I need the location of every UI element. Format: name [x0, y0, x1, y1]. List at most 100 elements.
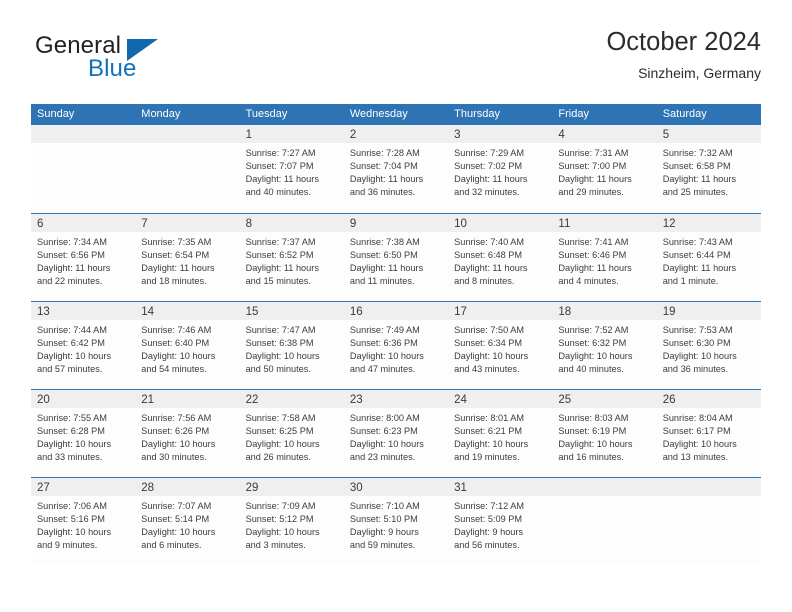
day-detail-line: Daylight: 11 hours: [349, 174, 424, 185]
calendar-day-cell[interactable]: 2 Sunrise: 7:28 AM Sunset: 7:04 PM Daylight…: [343, 125, 449, 213]
calendar-day-cell[interactable]: 6 Sunrise: 7:34 AM Sunset: 6:56 PM Daylight…: [31, 214, 136, 301]
day-detail-line: and 56 minutes.: [454, 540, 520, 551]
day-detail-line: Sunset: 6:30 PM: [662, 338, 731, 349]
day-details: Sunrise: 7:12 AM Sunset: 5:09 PM Daylight:…: [448, 496, 552, 552]
day-number-band: 23: [343, 390, 449, 408]
day-details: Sunrise: 7:50 AM Sunset: 6:34 PM Daylight:…: [448, 320, 552, 376]
day-detail-line: Sunset: 6:48 PM: [454, 250, 523, 261]
calendar-day-cell[interactable]: 10 Sunrise: 7:40 AM Sunset: 6:48 PM Dayligh…: [448, 214, 553, 301]
weekday-header-monday: Monday: [141, 108, 181, 120]
calendar-day-cell[interactable]: 8 Sunrise: 7:37 AM Sunset: 6:52 PM Daylight…: [239, 214, 344, 301]
day-number: 12: [662, 218, 676, 230]
calendar-day-cell[interactable]: 17 Sunrise: 7:50 AM Sunset: 6:34 PM Dayligh…: [448, 302, 553, 389]
day-details: Sunrise: 7:09 AM Sunset: 5:12 PM Daylight:…: [240, 496, 344, 552]
day-detail-line: Sunrise: 7:40 AM: [454, 237, 525, 247]
calendar-day-cell[interactable]: 22 Sunrise: 7:58 AM Sunset: 6:25 PM Dayligh…: [239, 390, 344, 477]
day-detail-line: Daylight: 10 hours: [662, 439, 737, 450]
day-number-band: 28: [135, 478, 240, 496]
day-detail-line: Sunset: 6:21 PM: [454, 426, 523, 437]
day-detail-line: and 19 minutes.: [454, 452, 520, 463]
day-detail-line: Daylight: 10 hours: [454, 351, 529, 362]
general-blue-logo[interactable]: General Blue: [31, 32, 221, 90]
day-detail-line: Sunset: 6:50 PM: [349, 250, 418, 261]
day-number-band: 4: [552, 125, 657, 143]
day-detail-line: and 15 minutes.: [245, 276, 311, 287]
calendar-day-cell[interactable]: 18 Sunrise: 7:52 AM Sunset: 6:32 PM Dayligh…: [552, 302, 657, 389]
day-details: Sunrise: 7:53 AM Sunset: 6:30 PM Daylight:…: [657, 320, 761, 376]
weekday-header-sunday: Sunday: [37, 108, 75, 120]
calendar-day-cell[interactable]: 11 Sunrise: 7:41 AM Sunset: 6:46 PM Dayligh…: [552, 214, 657, 301]
day-detail-line: Daylight: 10 hours: [558, 351, 633, 362]
calendar-day-cell[interactable]: 25 Sunrise: 8:03 AM Sunset: 6:19 PM Dayligh…: [552, 390, 657, 477]
calendar-day-cell[interactable]: 24 Sunrise: 8:01 AM Sunset: 6:21 PM Dayligh…: [448, 390, 553, 477]
weekday-header-thursday: Thursday: [454, 108, 500, 120]
day-detail-line: Sunrise: 7:37 AM: [245, 237, 316, 247]
calendar-day-cell[interactable]: 7 Sunrise: 7:35 AM Sunset: 6:54 PM Daylight…: [135, 214, 240, 301]
day-detail-line: Sunrise: 7:47 AM: [245, 325, 316, 335]
calendar-day-cell[interactable]: 13 Sunrise: 7:44 AM Sunset: 6:42 PM Dayligh…: [31, 302, 136, 389]
day-detail-line: Sunrise: 7:38 AM: [349, 237, 420, 247]
weekday-header-friday: Friday: [558, 108, 589, 120]
calendar-day-cell[interactable]: 29 Sunrise: 7:09 AM Sunset: 5:12 PM Dayligh…: [239, 478, 344, 565]
day-detail-line: and 40 minutes.: [245, 187, 311, 198]
calendar-day-cell[interactable]: 26 Sunrise: 8:04 AM Sunset: 6:17 PM Dayligh…: [656, 390, 761, 477]
day-number-band: [135, 125, 240, 143]
day-number-band: [31, 125, 136, 143]
day-details: Sunrise: 7:58 AM Sunset: 6:25 PM Daylight:…: [240, 408, 344, 464]
calendar-day-cell[interactable]: 31 Sunrise: 7:12 AM Sunset: 5:09 PM Dayligh…: [448, 478, 553, 565]
day-detail-line: Sunset: 6:44 PM: [662, 250, 731, 261]
calendar-day-cell[interactable]: 30 Sunrise: 7:10 AM Sunset: 5:10 PM Dayligh…: [343, 478, 449, 565]
weekday-header-row: Sunday Monday Tuesday Wednesday Thursday Frid…: [31, 104, 761, 125]
calendar-day-cell[interactable]: 21 Sunrise: 7:56 AM Sunset: 6:26 PM Dayligh…: [135, 390, 240, 477]
page-subtitle: Sinzheim, Germany: [638, 65, 761, 81]
calendar-day-cell[interactable]: 9 Sunrise: 7:38 AM Sunset: 6:50 PM Daylight…: [343, 214, 449, 301]
calendar-day-cell[interactable]: 19 Sunrise: 7:53 AM Sunset: 6:30 PM Dayligh…: [656, 302, 761, 389]
calendar-day-cell[interactable]: 4 Sunrise: 7:31 AM Sunset: 7:00 PM Daylight…: [552, 125, 657, 213]
calendar-day-cell[interactable]: 1 Sunrise: 7:27 AM Sunset: 7:07 PM Daylight…: [239, 125, 344, 213]
day-detail-line: and 40 minutes.: [558, 364, 624, 375]
day-detail-line: Daylight: 10 hours: [349, 439, 424, 450]
calendar-day-cell[interactable]: 12 Sunrise: 7:43 AM Sunset: 6:44 PM Dayligh…: [656, 214, 761, 301]
day-number-band: 2: [343, 125, 449, 143]
day-details: Sunrise: 7:32 AM Sunset: 6:58 PM Daylight:…: [657, 143, 761, 199]
calendar-day-cell[interactable]: 20 Sunrise: 7:55 AM Sunset: 6:28 PM Dayligh…: [31, 390, 136, 477]
calendar-day-cell[interactable]: 23 Sunrise: 8:00 AM Sunset: 6:23 PM Dayligh…: [343, 390, 449, 477]
day-detail-line: Sunset: 6:32 PM: [558, 338, 627, 349]
day-detail-line: Sunset: 5:14 PM: [141, 514, 210, 525]
day-details: Sunrise: 7:29 AM Sunset: 7:02 PM Daylight:…: [448, 143, 552, 199]
day-number: 15: [245, 306, 259, 318]
day-number: 27: [37, 482, 50, 494]
day-details: Sunrise: 8:04 AM Sunset: 6:17 PM Daylight:…: [657, 408, 761, 464]
day-number: 29: [245, 482, 259, 494]
day-detail-line: Sunset: 6:36 PM: [349, 338, 418, 349]
day-number: 7: [141, 218, 148, 230]
day-detail-line: Sunrise: 7:56 AM: [141, 413, 212, 423]
day-number: 9: [349, 218, 357, 230]
day-detail-line: Sunrise: 7:50 AM: [454, 325, 525, 335]
day-detail-line: Daylight: 11 hours: [662, 174, 737, 185]
calendar-day-cell[interactable]: 14 Sunrise: 7:46 AM Sunset: 6:40 PM Dayligh…: [135, 302, 240, 389]
day-details: Sunrise: 7:34 AM Sunset: 6:56 PM Daylight:…: [31, 232, 135, 288]
day-detail-line: and 18 minutes.: [141, 276, 207, 287]
day-details: Sunrise: 7:47 AM Sunset: 6:38 PM Daylight:…: [240, 320, 344, 376]
day-detail-line: Daylight: 10 hours: [37, 527, 112, 538]
day-details: Sunrise: 7:28 AM Sunset: 7:04 PM Daylight:…: [344, 143, 448, 199]
day-detail-line: Daylight: 9 hours: [454, 527, 524, 538]
day-detail-line: Sunrise: 7:41 AM: [558, 237, 629, 247]
day-detail-line: Sunrise: 7:28 AM: [349, 148, 420, 158]
day-detail-line: Daylight: 11 hours: [245, 263, 319, 274]
calendar-day-cell[interactable]: 27 Sunrise: 7:06 AM Sunset: 5:16 PM Dayligh…: [31, 478, 136, 565]
day-detail-line: Sunrise: 8:04 AM: [662, 413, 733, 423]
day-details: Sunrise: 7:31 AM Sunset: 7:00 PM Daylight:…: [552, 143, 656, 199]
calendar-day-cell[interactable]: 3 Sunrise: 7:29 AM Sunset: 7:02 PM Daylight…: [448, 125, 553, 213]
day-detail-line: and 1 minute.: [662, 276, 719, 287]
calendar-day-cell[interactable]: 15 Sunrise: 7:47 AM Sunset: 6:38 PM Dayligh…: [239, 302, 344, 389]
day-detail-line: Daylight: 11 hours: [558, 263, 632, 274]
day-details: Sunrise: 8:00 AM Sunset: 6:23 PM Daylight:…: [344, 408, 448, 464]
calendar-day-cell[interactable]: 28 Sunrise: 7:07 AM Sunset: 5:14 PM Dayligh…: [135, 478, 240, 565]
calendar-day-cell[interactable]: 5 Sunrise: 7:32 AM Sunset: 6:58 PM Daylight…: [656, 125, 761, 213]
calendar-day-cell[interactable]: 16 Sunrise: 7:49 AM Sunset: 6:36 PM Dayligh…: [343, 302, 449, 389]
day-detail-line: Sunrise: 7:49 AM: [349, 325, 420, 335]
day-detail-line: Sunrise: 7:34 AM: [37, 237, 107, 247]
day-details: Sunrise: 7:27 AM Sunset: 7:07 PM Daylight:…: [240, 143, 344, 199]
